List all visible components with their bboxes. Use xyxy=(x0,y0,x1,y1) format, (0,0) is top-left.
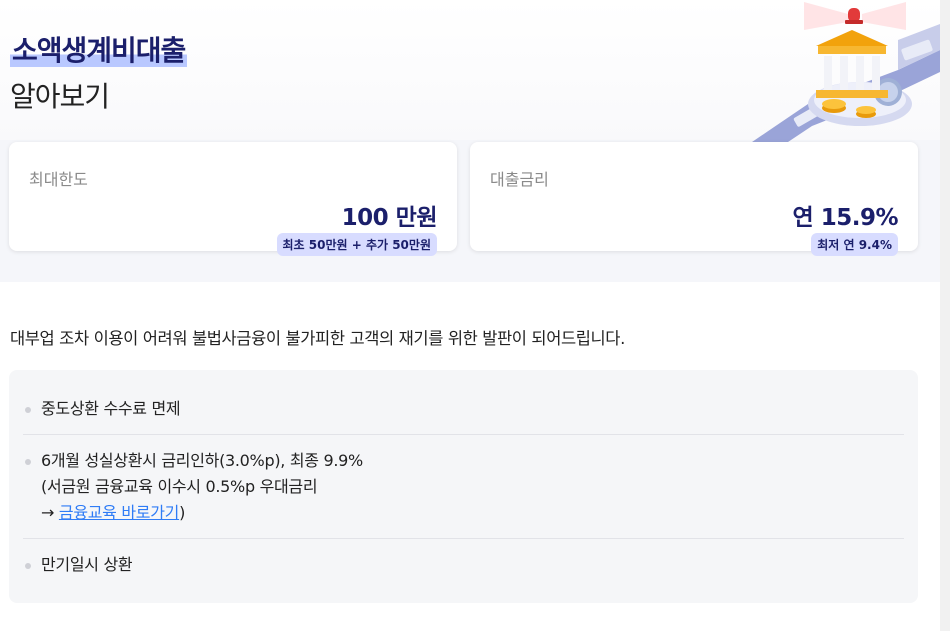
page-subtitle: 알아보기 xyxy=(10,80,110,113)
bank-coins-illustration xyxy=(752,2,940,142)
arrow-text: → xyxy=(41,503,59,522)
list-item-text: 6개월 성실상환시 금리인하(3.0%p), 최종 9.9% (서금원 금융교육… xyxy=(41,448,363,526)
rate-cut-text: 6개월 성실상환시 금리인하(3.0%p), 최종 9.9% xyxy=(41,451,363,470)
bullet-icon xyxy=(25,459,31,465)
interest-rate-value: 연 15.9% xyxy=(792,205,899,231)
list-item: 6개월 성실상환시 금리인하(3.0%p), 최종 9.9% (서금원 금융교육… xyxy=(23,448,903,528)
divider xyxy=(23,434,904,435)
financial-education-link[interactable]: 금융교육 바로가기 xyxy=(59,503,179,522)
hero-section: 소액생계비대출 알아보기 최대한도 100 만원 최초 50만원 + 추가 50… xyxy=(0,0,940,282)
product-description: 대부업 조차 이용이 어려워 불법사금융이 불가피한 고객의 재기를 위한 발판… xyxy=(10,329,625,348)
interest-rate-label: 대출금리 xyxy=(490,170,549,189)
feature-list: 중도상환 수수료 면제 6개월 성실상환시 금리인하(3.0%p), 최종 9.… xyxy=(9,370,918,603)
max-limit-badge: 최초 50만원 + 추가 50만원 xyxy=(276,233,437,256)
close-paren: ) xyxy=(179,503,186,522)
interest-rate-card: 대출금리 연 15.9% 최저 연 9.4% xyxy=(470,142,918,256)
education-link-row: → 금융교육 바로가기) xyxy=(41,500,363,526)
preferential-rate-text: (서금원 금융교육 이수시 0.5%p 우대금리 xyxy=(41,477,318,496)
list-item-text: 만기일시 상환 xyxy=(41,555,133,574)
max-limit-value: 100 만원 xyxy=(341,205,438,231)
bullet-icon xyxy=(25,407,31,413)
list-item: 만기일시 상환 xyxy=(23,552,903,578)
max-limit-label: 최대한도 xyxy=(29,170,88,189)
max-limit-card: 최대한도 100 만원 최초 50만원 + 추가 50만원 xyxy=(9,142,457,256)
scrollbar[interactable] xyxy=(940,0,950,631)
interest-rate-badge: 최저 연 9.4% xyxy=(811,233,898,256)
page-title-text: 소액생계비대출 xyxy=(10,34,188,67)
bullet-icon xyxy=(25,563,31,569)
list-item: 중도상환 수수료 면제 xyxy=(23,396,903,422)
divider xyxy=(23,538,904,539)
page-title: 소액생계비대출 xyxy=(10,34,188,68)
list-item-text: 중도상환 수수료 면제 xyxy=(41,399,181,418)
